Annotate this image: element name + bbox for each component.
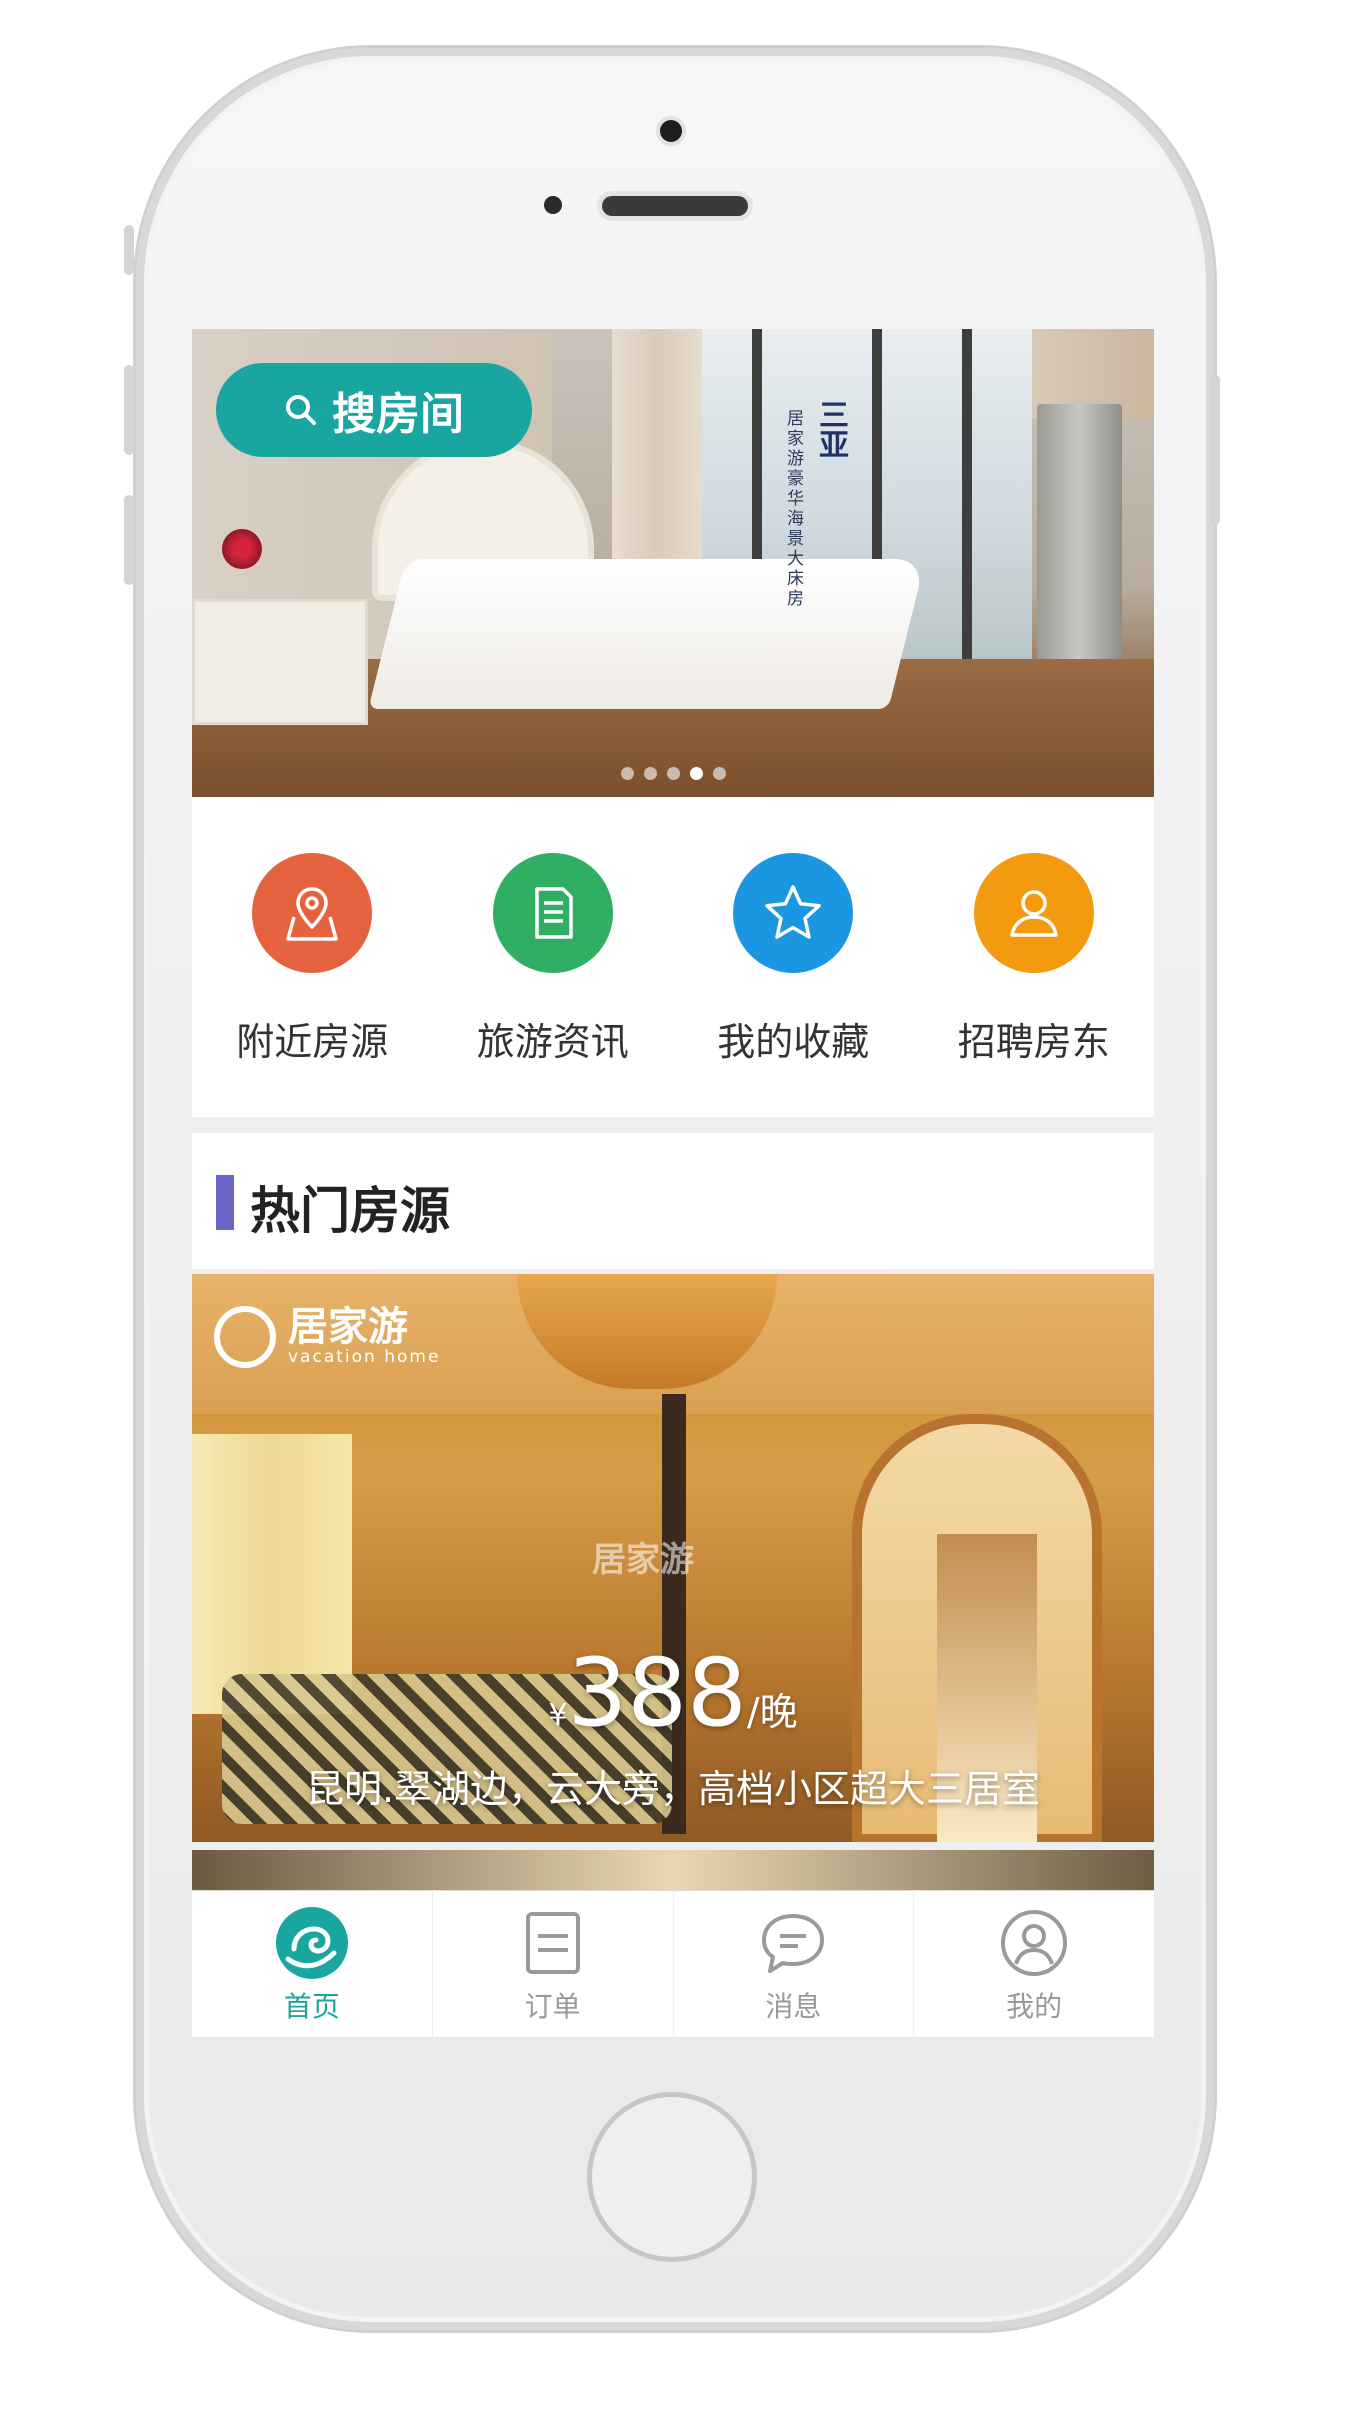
message-icon bbox=[755, 1905, 831, 1981]
document-icon bbox=[492, 853, 613, 973]
profile-icon bbox=[996, 1905, 1072, 1981]
carousel-dot-active[interactable] bbox=[689, 767, 703, 780]
listing-card[interactable]: 居家游 vacation home 居家游 ¥388/晚 昆明.翠湖边，云大旁，… bbox=[192, 1274, 1154, 1842]
location-map-icon bbox=[252, 853, 373, 973]
tab-label: 消息 bbox=[765, 1990, 822, 2023]
menu-label: 招聘房东 bbox=[957, 1020, 1110, 1064]
proximity-sensor bbox=[544, 196, 562, 214]
menu-label: 附近房源 bbox=[236, 1020, 389, 1064]
user-icon bbox=[973, 853, 1094, 973]
section-title: 热门房源 bbox=[250, 1182, 450, 1240]
star-icon bbox=[733, 853, 854, 973]
brand-name-cn: 居家游 bbox=[288, 1304, 408, 1350]
banner-desk bbox=[192, 599, 368, 725]
search-icon bbox=[286, 395, 316, 425]
brand-logo-icon bbox=[214, 1306, 276, 1368]
tab-messages[interactable]: 消息 bbox=[672, 1891, 914, 2037]
power-button bbox=[1210, 375, 1220, 525]
front-camera bbox=[660, 120, 682, 142]
earpiece-speaker bbox=[602, 196, 748, 216]
search-rooms-label: 搜房间 bbox=[332, 389, 464, 440]
menu-label: 我的收藏 bbox=[717, 1020, 870, 1064]
tab-label: 我的 bbox=[1006, 1990, 1063, 2023]
carousel-dot[interactable] bbox=[666, 767, 680, 780]
banner-vertical-title: 三亚 bbox=[813, 399, 848, 459]
menu-nearby-listings[interactable]: 附近房源 bbox=[212, 797, 412, 1117]
price-unit: /晚 bbox=[746, 1690, 798, 1734]
home-logo-icon bbox=[274, 1905, 350, 1981]
tab-label: 首页 bbox=[283, 1990, 340, 2023]
tab-home[interactable]: 首页 bbox=[192, 1891, 432, 2037]
banner-vertical-caption: 居家游豪华海景大床房 bbox=[783, 409, 803, 609]
tab-orders[interactable]: 订单 bbox=[431, 1891, 673, 2037]
carousel-dot[interactable] bbox=[643, 767, 657, 780]
brand-name-en: vacation home bbox=[288, 1347, 441, 1367]
app-screen: 三亚 居家游豪华海景大床房 搜房间 附近房源 旅游资讯 我的收藏 招聘房东 热门… bbox=[192, 329, 1154, 2037]
quick-menu: 附近房源 旅游资讯 我的收藏 招聘房东 bbox=[192, 797, 1154, 1117]
hero-banner[interactable]: 三亚 居家游豪华海景大床房 搜房间 bbox=[192, 329, 1154, 797]
hot-listings-header: 热门房源 bbox=[192, 1133, 1154, 1269]
banner-bed bbox=[368, 559, 926, 709]
search-rooms-button[interactable]: 搜房间 bbox=[216, 363, 532, 457]
brand-logo: 居家游 vacation home bbox=[214, 1306, 440, 1368]
menu-recruit-hosts[interactable]: 招聘房东 bbox=[934, 797, 1134, 1117]
price-currency: ¥ bbox=[548, 1698, 568, 1733]
banner-flower bbox=[222, 529, 262, 569]
price-value: 388 bbox=[567, 1639, 747, 1748]
carousel-indicator[interactable] bbox=[192, 767, 1154, 780]
bottom-tab-bar: 首页 订单 消息 我的 bbox=[192, 1890, 1154, 2037]
volume-up-button bbox=[124, 365, 134, 455]
order-icon bbox=[515, 1905, 591, 1981]
menu-label: 旅游资讯 bbox=[476, 1020, 629, 1064]
listing-title: 昆明.翠湖边，云大旁，高档小区超大三居室 bbox=[305, 1767, 1041, 1811]
section-accent-bar bbox=[216, 1175, 234, 1230]
watermark: 居家游 bbox=[592, 1540, 694, 1580]
volume-down-button bbox=[124, 495, 134, 585]
home-button[interactable] bbox=[587, 2092, 757, 2262]
window-frame bbox=[962, 329, 972, 659]
carousel-dot[interactable] bbox=[620, 767, 634, 780]
menu-travel-news[interactable]: 旅游资讯 bbox=[453, 797, 653, 1117]
carousel-dot[interactable] bbox=[712, 767, 726, 780]
listing-price: ¥388/晚 bbox=[192, 1639, 1154, 1748]
tab-label: 订单 bbox=[524, 1990, 581, 2023]
tab-profile[interactable]: 我的 bbox=[913, 1891, 1154, 2037]
mute-switch bbox=[124, 225, 134, 275]
menu-my-favorites[interactable]: 我的收藏 bbox=[693, 797, 893, 1117]
